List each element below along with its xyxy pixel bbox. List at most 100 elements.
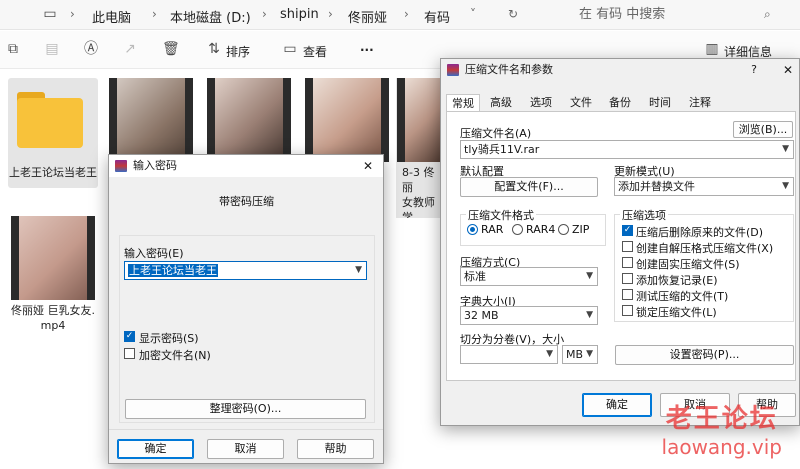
tab-files[interactable]: 文件: [565, 94, 597, 112]
tab-backup[interactable]: 备份: [604, 94, 636, 112]
split-size-input[interactable]: ▼: [460, 345, 558, 364]
list-item[interactable]: [106, 78, 196, 165]
list-item[interactable]: [302, 78, 392, 165]
password-label: 输入密码(E): [124, 247, 184, 260]
password-input[interactable]: 上老王论坛当老王 ▼: [124, 261, 367, 280]
ok-button[interactable]: 确定: [582, 393, 652, 417]
format-zip-label: ZIP: [572, 223, 590, 236]
video-thumbnail: [11, 216, 95, 300]
format-zip-radio[interactable]: [558, 224, 569, 235]
format-rar4-radio[interactable]: [512, 224, 523, 235]
option-checkbox[interactable]: [622, 305, 633, 316]
share-icon[interactable]: ↗: [122, 41, 138, 57]
format-label: 压缩文件格式: [466, 207, 536, 223]
tab-general[interactable]: 常规: [446, 94, 480, 112]
archive-name-label: 压缩文件名(A): [460, 127, 532, 140]
chevron-down-icon[interactable]: ˅: [470, 7, 476, 21]
tab-options[interactable]: 选项: [525, 94, 557, 112]
tab-time[interactable]: 时间: [644, 94, 676, 112]
ok-button[interactable]: 确定: [117, 439, 194, 459]
list-item[interactable]: 8-3 佟丽 女教师 学 [1511: [396, 78, 444, 218]
chevron-right-icon: ›: [328, 7, 333, 21]
watermark-url: laowang.vip: [661, 435, 782, 459]
archive-name-input[interactable]: tly骑兵11V.rar ▼: [460, 140, 794, 159]
site-watermark: 老王论坛 laowang.vip: [662, 398, 782, 459]
option-label: 添加恢复记录(E): [636, 274, 718, 287]
dialog-titlebar: 压缩文件名和参数 ? ✕: [441, 59, 799, 81]
paste-icon[interactable]: ▤: [44, 41, 60, 57]
close-icon[interactable]: ✕: [363, 155, 373, 177]
option-label: 创建自解压格式压缩文件(X): [636, 242, 774, 255]
monitor-icon: ▭: [43, 6, 57, 22]
breadcrumb-item[interactable]: 佟丽娅: [348, 7, 387, 26]
update-mode-select[interactable]: 添加并替换文件 ▼: [614, 177, 794, 196]
file-name: 佟丽娅 巨乳女友. mp4: [11, 304, 95, 332]
option-checkbox[interactable]: [622, 241, 633, 252]
split-unit-select[interactable]: MB ▼: [562, 345, 598, 364]
help-mark-icon[interactable]: ?: [751, 59, 757, 81]
chevron-right-icon: ›: [404, 7, 409, 21]
video-thumbnail: [397, 78, 443, 162]
address-bar[interactable]: ▭ › 此电脑 › 本地磁盘 (D:) › shipin › 佟丽娅 › 有码 …: [0, 0, 800, 30]
delete-icon[interactable]: 🗑: [162, 41, 180, 57]
dictionary-value: 32 MB: [464, 309, 499, 322]
show-password-checkbox[interactable]: ✓: [124, 331, 135, 342]
file-name: 8-3 佟丽 女教师 学 [1511: [402, 166, 435, 218]
watermark-title: 老王论坛: [665, 404, 778, 434]
chevron-down-icon[interactable]: ▼: [586, 268, 593, 285]
refresh-icon[interactable]: ↻: [508, 7, 518, 21]
option-checkbox[interactable]: [622, 257, 633, 268]
folder-icon: [11, 78, 95, 162]
breadcrumb-item[interactable]: 有码: [424, 7, 450, 26]
breadcrumb-item[interactable]: 本地磁盘 (D:): [170, 7, 251, 26]
chevron-down-icon[interactable]: ▼: [546, 346, 553, 363]
dialog-subtitle: 带密码压缩: [219, 195, 274, 208]
option-checkbox[interactable]: ✓: [622, 225, 633, 236]
list-item[interactable]: 上老王论坛当老王: [8, 78, 98, 188]
dictionary-select[interactable]: 32 MB ▼: [460, 306, 598, 325]
help-button[interactable]: 帮助: [297, 439, 374, 459]
enter-password-dialog: 输入密码 ✕ 带密码压缩 输入密码(E) 上老王论坛当老王 ▼ ✓ 显示密码(S…: [108, 154, 384, 464]
breadcrumb-item[interactable]: 此电脑: [92, 7, 131, 26]
search-icon[interactable]: ⌕: [764, 7, 771, 22]
option-checkbox[interactable]: [622, 273, 633, 284]
more-button[interactable]: ···: [360, 43, 374, 57]
video-thumbnail: [305, 78, 389, 162]
list-item[interactable]: 佟丽娅 巨乳女友. mp4: [8, 216, 98, 333]
profiles-button[interactable]: 配置文件(F)...: [460, 177, 598, 197]
tab-comment[interactable]: 注释: [684, 94, 716, 112]
sort-icon: ⇅: [208, 41, 220, 57]
winrar-icon: [447, 64, 459, 76]
breadcrumb-item[interactable]: shipin: [280, 7, 319, 22]
dialog-title: 压缩文件名和参数: [465, 63, 553, 76]
chevron-down-icon[interactable]: ▼: [782, 141, 789, 158]
chevron-right-icon: ›: [262, 7, 267, 21]
cancel-button[interactable]: 取消: [207, 439, 284, 459]
organize-passwords-button[interactable]: 整理密码(O)...: [125, 399, 366, 419]
browse-button[interactable]: 浏览(B)...: [733, 121, 793, 138]
option-label: 压缩后删除原来的文件(D): [636, 226, 764, 239]
chevron-right-icon: ›: [70, 7, 75, 21]
encrypt-names-label: 加密文件名(N): [139, 349, 211, 362]
close-icon[interactable]: ✕: [783, 59, 793, 81]
view-button[interactable]: 查看: [303, 43, 327, 60]
method-select[interactable]: 标准 ▼: [460, 267, 598, 286]
option-checkbox[interactable]: [622, 289, 633, 300]
list-item[interactable]: [204, 78, 294, 165]
chevron-right-icon: ›: [152, 7, 157, 21]
tab-advanced[interactable]: 高级: [486, 94, 516, 112]
sort-button[interactable]: 排序: [226, 43, 250, 60]
encrypt-names-checkbox[interactable]: [124, 348, 135, 359]
video-thumbnail: [109, 78, 193, 162]
copy-icon[interactable]: ⧉: [5, 41, 21, 57]
option-label: 锁定压缩文件(L): [636, 306, 717, 319]
set-password-button[interactable]: 设置密码(P)...: [615, 345, 794, 365]
winrar-icon: [115, 160, 127, 172]
chevron-down-icon[interactable]: ▼: [355, 262, 362, 279]
rename-icon[interactable]: Ⓐ: [83, 41, 99, 57]
details-pane-icon: ▥: [705, 41, 719, 57]
chevron-down-icon[interactable]: ▼: [586, 346, 593, 363]
format-rar-radio[interactable]: [467, 224, 478, 235]
chevron-down-icon[interactable]: ▼: [586, 307, 593, 324]
chevron-down-icon[interactable]: ▼: [782, 178, 789, 195]
